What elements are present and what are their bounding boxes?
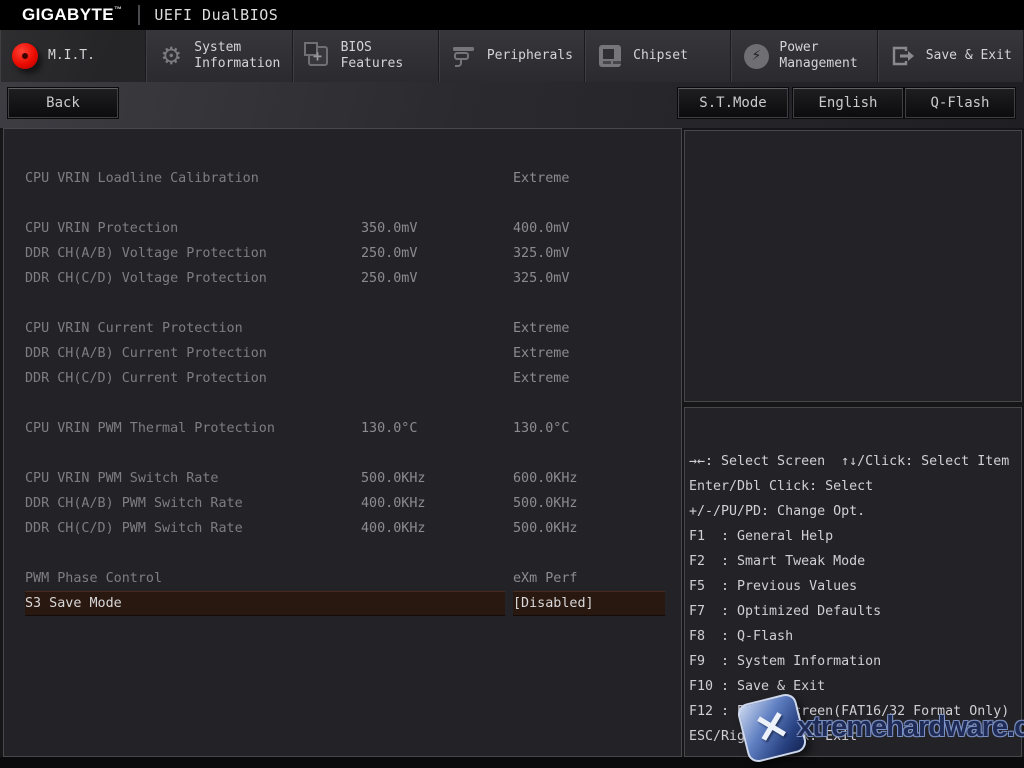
setting-label: CPU VRIN Current Protection xyxy=(25,316,243,341)
tab-bios-features[interactable]: + BIOSFeatures xyxy=(293,30,439,82)
setting-label: S3 Save Mode xyxy=(25,591,122,616)
language-button[interactable]: English xyxy=(793,88,903,118)
power-bolt-icon: ⚡ xyxy=(742,42,770,70)
item-help-panel xyxy=(684,130,1022,402)
help-line: F5 : Previous Values xyxy=(689,574,1021,599)
setting-label: CPU VRIN Loadline Calibration xyxy=(25,166,259,191)
qflash-button[interactable]: Q-Flash xyxy=(905,88,1015,118)
main-tab-bar: M.I.T. ⚙ SystemInformation + BIOSFeature… xyxy=(0,30,1024,82)
help-line: Enter/Dbl Click: Select xyxy=(689,474,1021,499)
setting-label: DDR CH(C/D) Voltage Protection xyxy=(25,266,267,291)
help-line: →←: Select Screen ↑↓/Click: Select Item xyxy=(689,449,1021,474)
setting-current-value: 500.0KHz xyxy=(361,466,426,491)
tab-chipset[interactable]: Chipset xyxy=(585,30,731,82)
setting-value: Extreme xyxy=(513,341,569,366)
setting-value: 325.0mV xyxy=(513,266,569,291)
gigabyte-logo: GIGABYTE™ xyxy=(22,5,122,25)
setting-label: DDR CH(A/B) Voltage Protection xyxy=(25,241,267,266)
help-line: F12 : Print Screen(FAT16/32 Format Only) xyxy=(689,699,1021,724)
setting-value: 130.0°C xyxy=(513,416,569,441)
mit-red-ball-icon xyxy=(11,42,39,70)
setting-value: 500.0KHz xyxy=(513,516,578,541)
tab-peripherals[interactable]: Peripherals xyxy=(439,30,585,82)
help-line: F8 : Q-Flash xyxy=(689,624,1021,649)
setting-label: CPU VRIN Protection xyxy=(25,216,178,241)
tab-save-exit[interactable]: Save & Exit xyxy=(878,30,1024,82)
setting-label: DDR CH(C/D) PWM Switch Rate xyxy=(25,516,243,541)
setting-row[interactable]: DDR CH(C/D) PWM Switch Rate 400.0KHz 500… xyxy=(4,516,681,541)
tab-label: Chipset xyxy=(633,48,688,64)
help-line: F2 : Smart Tweak Mode xyxy=(689,549,1021,574)
tab-system-information[interactable]: ⚙ SystemInformation xyxy=(146,30,292,82)
setting-row[interactable]: PWM Phase Control eXm Perf xyxy=(4,566,681,591)
setting-row[interactable]: CPU VRIN Protection 350.0mV 400.0mV xyxy=(4,216,681,241)
help-line: ESC/Right Click: Exit xyxy=(689,724,1021,749)
tab-label: Peripherals xyxy=(487,48,573,64)
setting-value: 500.0KHz xyxy=(513,491,578,516)
divider xyxy=(138,5,140,25)
setting-value: [Disabled] xyxy=(513,591,594,616)
tab-label: Management xyxy=(779,56,857,72)
tab-label: Save & Exit xyxy=(926,48,1012,64)
setting-row[interactable]: CPU VRIN PWM Switch Rate 500.0KHz 600.0K… xyxy=(4,466,681,491)
tab-label: Information xyxy=(194,56,280,72)
setting-current-value: 250.0mV xyxy=(361,241,417,266)
tab-mit[interactable]: M.I.T. xyxy=(0,30,146,82)
help-line: F9 : System Information xyxy=(689,649,1021,674)
settings-panel: CPU VRIN Loadline Calibration Extreme CP… xyxy=(3,128,682,757)
setting-row[interactable]: CPU VRIN PWM Thermal Protection 130.0°C … xyxy=(4,416,681,441)
setting-row[interactable]: DDR CH(C/D) Current Protection Extreme xyxy=(4,366,681,391)
tab-label: Power xyxy=(779,40,857,56)
setting-label: CPU VRIN PWM Thermal Protection xyxy=(25,416,275,441)
setting-row[interactable]: DDR CH(A/B) Current Protection Extreme xyxy=(4,341,681,366)
setting-value: eXm Perf xyxy=(513,566,578,591)
help-line: +/-/PU/PD: Change Opt. xyxy=(689,499,1021,524)
setting-value: 600.0KHz xyxy=(513,466,578,491)
setting-current-value: 130.0°C xyxy=(361,416,417,441)
setting-label: CPU VRIN PWM Switch Rate xyxy=(25,466,218,491)
help-line: F1 : General Help xyxy=(689,524,1021,549)
setting-row[interactable]: DDR CH(C/D) Voltage Protection 250.0mV 3… xyxy=(4,266,681,291)
tab-label: M.I.T. xyxy=(48,48,95,64)
st-mode-button[interactable]: S.T.Mode xyxy=(678,88,788,118)
bios-title: UEFI DualBIOS xyxy=(154,6,278,24)
exit-door-icon xyxy=(889,42,917,70)
bios-chip-icon: + xyxy=(304,42,332,70)
setting-label: DDR CH(C/D) Current Protection xyxy=(25,366,267,391)
tab-label: System xyxy=(194,40,280,56)
tab-label: Features xyxy=(341,56,404,72)
help-line: F7 : Optimized Defaults xyxy=(689,599,1021,624)
tab-power-management[interactable]: ⚡ PowerManagement xyxy=(731,30,877,82)
setting-row[interactable]: DDR CH(A/B) PWM Switch Rate 400.0KHz 500… xyxy=(4,491,681,516)
setting-row[interactable]: CPU VRIN Loadline Calibration Extreme xyxy=(4,166,681,191)
keyboard-help-panel: →←: Select Screen ↑↓/Click: Select Item … xyxy=(684,407,1022,757)
title-bar: GIGABYTE™ UEFI DualBIOS xyxy=(0,0,1024,30)
chipset-icon xyxy=(596,42,624,70)
setting-row-selected[interactable]: S3 Save Mode [Disabled] xyxy=(4,591,681,616)
back-button[interactable]: Back xyxy=(8,88,118,118)
setting-current-value: 400.0KHz xyxy=(361,491,426,516)
mouse-icon xyxy=(450,42,478,70)
trademark-symbol: ™ xyxy=(114,5,122,14)
setting-row[interactable]: CPU VRIN Current Protection Extreme xyxy=(4,316,681,341)
setting-current-value: 250.0mV xyxy=(361,266,417,291)
tab-label: BIOS xyxy=(341,40,404,56)
bottom-strip xyxy=(0,757,1024,768)
help-line: F10 : Save & Exit xyxy=(689,674,1021,699)
setting-label: DDR CH(A/B) Current Protection xyxy=(25,341,267,366)
setting-label: PWM Phase Control xyxy=(25,566,162,591)
setting-label: DDR CH(A/B) PWM Switch Rate xyxy=(25,491,243,516)
setting-current-value: 400.0KHz xyxy=(361,516,426,541)
setting-value: 400.0mV xyxy=(513,216,569,241)
setting-current-value: 350.0mV xyxy=(361,216,417,241)
setting-row[interactable]: DDR CH(A/B) Voltage Protection 250.0mV 3… xyxy=(4,241,681,266)
gear-icon: ⚙ xyxy=(157,42,185,70)
toolbar: Back S.T.Mode English Q-Flash xyxy=(0,82,1024,128)
setting-value: Extreme xyxy=(513,166,569,191)
setting-value: Extreme xyxy=(513,316,569,341)
setting-value: 325.0mV xyxy=(513,241,569,266)
setting-value: Extreme xyxy=(513,366,569,391)
